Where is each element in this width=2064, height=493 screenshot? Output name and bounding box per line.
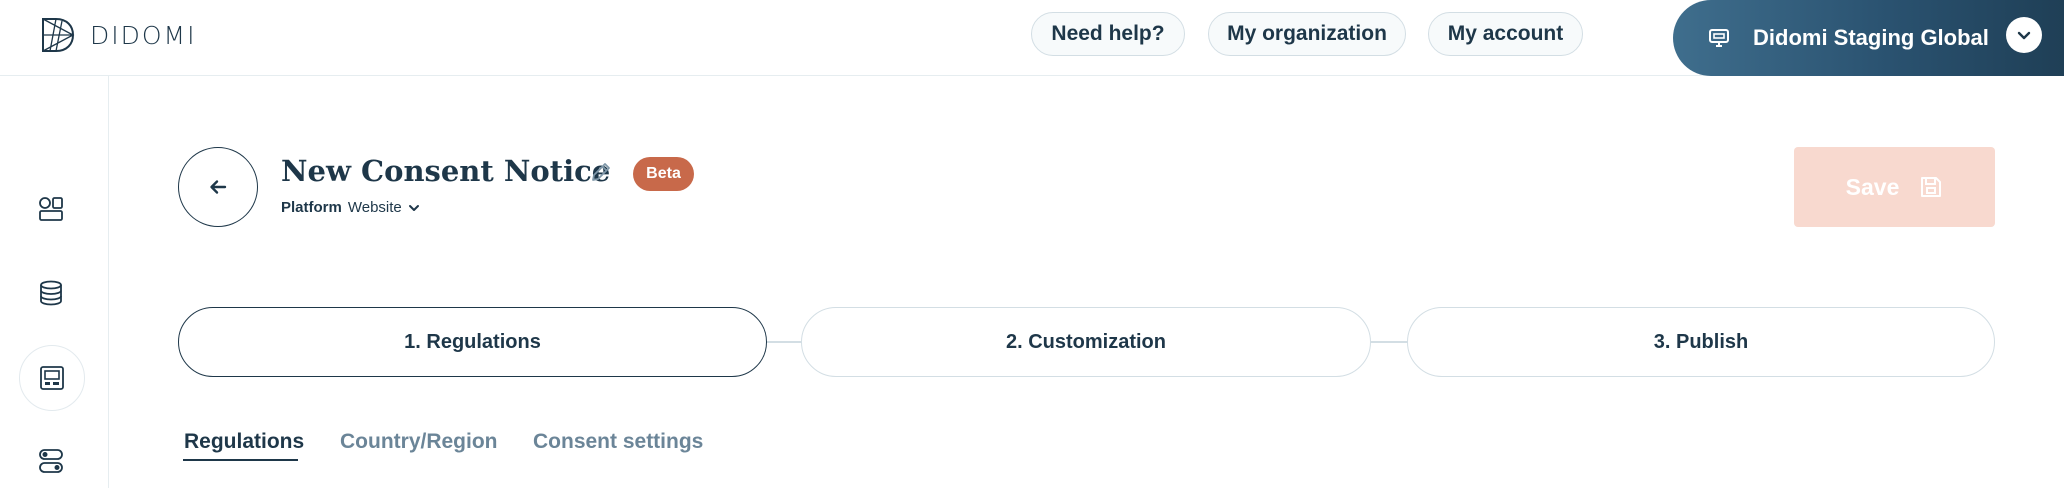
edit-title-button[interactable] — [589, 160, 613, 189]
sidebar-item-consent-notices[interactable] — [19, 345, 85, 411]
save-button[interactable]: Save — [1794, 147, 1995, 227]
platform-value: Website — [347, 199, 402, 216]
sidebar-item-data[interactable] — [19, 261, 83, 325]
active-tab-indicator — [183, 459, 298, 461]
beta-badge: Beta — [633, 157, 694, 191]
back-button[interactable] — [178, 147, 258, 227]
organization-dropdown-toggle[interactable] — [2006, 17, 2042, 53]
didomi-logo-icon — [42, 18, 75, 52]
step-connector — [1370, 341, 1408, 343]
chevron-down-icon — [2017, 31, 2031, 40]
my-account-button[interactable]: My account — [1428, 12, 1583, 56]
step-publish[interactable]: 3. Publish — [1407, 307, 1995, 377]
step-regulations[interactable]: 1. Regulations — [178, 307, 767, 377]
my-organization-button[interactable]: My organization — [1208, 12, 1406, 56]
monitor-icon — [1709, 29, 1729, 47]
step-connector — [766, 341, 802, 343]
tab-country-region[interactable]: Country/Region — [340, 430, 498, 454]
top-bar: DIDOMI Need help? My organization My acc… — [0, 0, 2064, 76]
need-help-button[interactable]: Need help? — [1031, 12, 1185, 56]
arrow-left-icon — [210, 180, 227, 194]
logo-text: DIDOMI — [90, 20, 197, 50]
sidebar-item-preferences[interactable] — [19, 429, 83, 493]
save-button-label: Save — [1845, 173, 1900, 200]
tab-regulations[interactable]: Regulations — [184, 430, 304, 454]
platform-label: Platform — [281, 199, 342, 216]
chevron-down-icon — [408, 204, 419, 211]
page-title: New Consent Notice — [281, 154, 611, 188]
didomi-logo[interactable]: DIDOMI — [40, 16, 197, 54]
dashboard-icon — [39, 197, 63, 221]
consent-notice-icon — [40, 366, 64, 390]
organization-name: Didomi Staging Global — [1753, 25, 1989, 50]
sidebar — [0, 76, 109, 488]
platform-selector[interactable]: Platform Website — [281, 199, 420, 216]
database-icon — [40, 280, 62, 306]
floppy-disk-icon — [1921, 177, 1942, 197]
pencil-icon — [592, 163, 610, 181]
step-customization[interactable]: 2. Customization — [801, 307, 1371, 377]
sidebar-item-dashboard[interactable] — [19, 177, 83, 241]
organization-switcher[interactable]: Didomi Staging Global — [1673, 0, 2064, 76]
tab-consent-settings[interactable]: Consent settings — [533, 430, 703, 454]
toggles-icon — [39, 449, 63, 473]
